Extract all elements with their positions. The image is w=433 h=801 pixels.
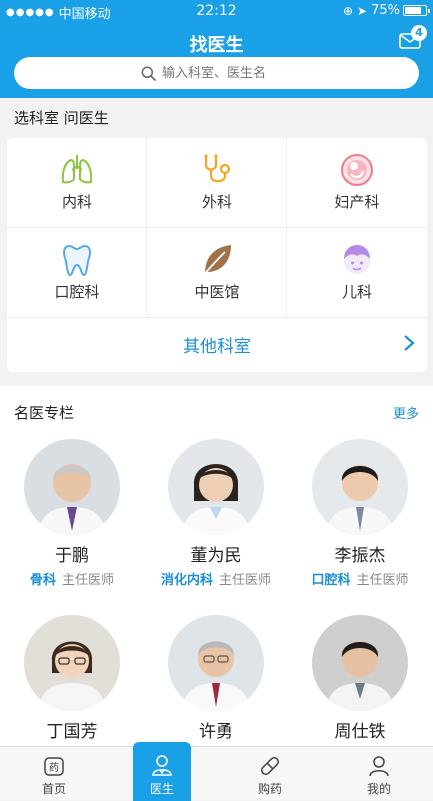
location-arrow-icon: ➤ — [357, 3, 368, 18]
search-input[interactable] — [162, 65, 292, 81]
lungs-icon — [61, 155, 93, 184]
leaf-icon — [202, 245, 231, 277]
doctor-title: 主任医师 — [219, 573, 272, 588]
dept-pediatrics[interactable]: 儿科 — [287, 228, 427, 318]
dept-obstetrics-gynecology[interactable]: 妇产科 — [287, 138, 427, 228]
doctor-title: 主任医师 — [62, 573, 115, 588]
doctor-title: 主任医师 — [356, 573, 409, 588]
medicine-box-icon: 药 — [44, 757, 64, 776]
app-header: ●●●●● 中国移动 22:12 ⊕ ➤ 75% 找医生 4 — [0, 0, 433, 98]
dept-label: 外科 — [201, 193, 232, 211]
doctor-department: 骨科 — [29, 573, 56, 588]
tab-label: 首页 — [41, 782, 66, 796]
doctor-department: 口腔科 — [311, 573, 351, 588]
dept-label: 口腔科 — [54, 283, 100, 301]
tab-label: 医生 — [149, 782, 174, 796]
departments-grid: 内科 外科 妇产科 口腔科 中医馆 儿科 — [7, 138, 427, 318]
search-icon — [141, 66, 156, 81]
doctor-card[interactable]: 于鹏 骨科 主任医师 — [0, 439, 144, 607]
person-icon — [369, 756, 389, 777]
dept-label: 中医馆 — [194, 283, 240, 301]
chevron-right-icon — [404, 335, 415, 351]
doctor-avatar — [312, 439, 408, 535]
doctor-name: 丁国芳 — [46, 722, 98, 742]
doctor-card[interactable]: 董为民 消化内科 主任医师 — [144, 439, 288, 607]
doctor-avatar — [312, 615, 408, 711]
famous-doctors-section: 名医专栏 更多 于鹏 骨科 主任医师 董为民 消化内科 主任医师 李振杰 口腔科… — [0, 386, 433, 746]
rotation-lock-icon: ⊕ — [342, 3, 354, 18]
other-departments-label: 其他科室 — [183, 337, 251, 357]
doctor-avatar — [168, 615, 264, 711]
other-departments-button[interactable]: 其他科室 — [7, 318, 427, 372]
bottom-tab-bar: 药 首页 医生 购药 我的 — [0, 742, 433, 801]
doctor-icon — [152, 755, 172, 776]
departments-title: 选科室 问医生 — [14, 109, 109, 127]
tab-doctors[interactable]: 医生 — [133, 742, 191, 801]
departments-header: 选科室 问医生 — [0, 98, 433, 136]
dept-label: 儿科 — [341, 283, 372, 301]
svg-text:药: 药 — [49, 762, 59, 774]
search-bar[interactable] — [14, 57, 419, 89]
dept-label: 妇产科 — [334, 193, 380, 211]
tab-home[interactable]: 药 首页 — [0, 747, 108, 801]
battery-icon — [403, 5, 430, 16]
doctor-name: 于鹏 — [55, 546, 89, 566]
pill-icon — [261, 757, 279, 775]
doctor-department: 消化内科 — [160, 573, 213, 588]
tab-buy-medicine[interactable]: 购药 — [216, 747, 324, 801]
doctor-name: 李振杰 — [334, 546, 386, 566]
battery-percent: 75% — [371, 3, 400, 18]
child-icon — [344, 245, 370, 274]
doctor-name: 董为民 — [190, 546, 242, 566]
dept-stomatology[interactable]: 口腔科 — [7, 228, 147, 318]
doctor-avatar — [168, 439, 264, 535]
doctor-name: 周仕铁 — [334, 722, 386, 742]
more-link[interactable]: 更多 — [393, 403, 419, 422]
unread-badge: 4 — [411, 25, 427, 41]
stethoscope-icon — [204, 154, 231, 183]
doctor-avatar — [24, 615, 120, 711]
status-bar: ●●●●● 中国移动 22:12 ⊕ ➤ 75% — [0, 0, 433, 22]
dept-internal-medicine[interactable]: 内科 — [7, 138, 147, 228]
tab-label: 购药 — [257, 782, 282, 796]
tab-label: 我的 — [366, 782, 391, 796]
tab-profile[interactable]: 我的 — [325, 747, 433, 801]
fetus-icon — [341, 154, 373, 186]
doctor-name: 许勇 — [199, 722, 233, 742]
doctor-avatar — [24, 439, 120, 535]
departments-card: 内科 外科 妇产科 口腔科 中医馆 儿科 其他科室 — [7, 138, 427, 372]
dept-surgery[interactable]: 外科 — [147, 138, 287, 228]
doctor-card[interactable]: 李振杰 口腔科 主任医师 — [288, 439, 432, 607]
dept-chinese-medicine[interactable]: 中医馆 — [147, 228, 287, 318]
doctors-title: 名医专栏 — [14, 404, 75, 422]
page-title: 找医生 — [189, 35, 244, 56]
tooth-icon — [63, 244, 91, 277]
dept-label: 内科 — [61, 193, 92, 211]
